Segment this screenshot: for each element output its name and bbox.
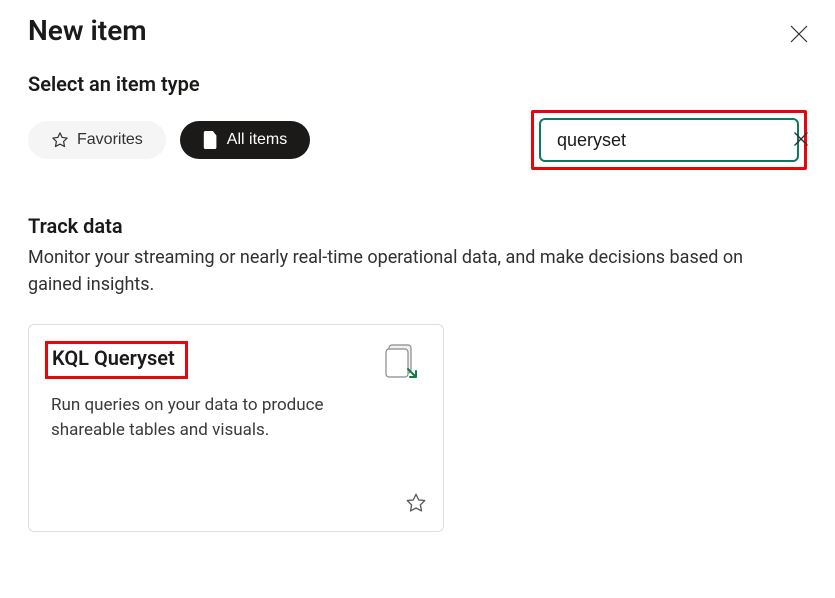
search-input[interactable] (555, 129, 791, 152)
card-title: KQL Queryset (52, 346, 175, 370)
all-items-filter-label: All items (227, 131, 287, 149)
close-button[interactable] (785, 20, 813, 48)
section-description: Monitor your streaming or nearly real-ti… (28, 244, 788, 298)
dialog-subtitle: Select an item type (28, 72, 807, 96)
document-export-icon (385, 343, 419, 383)
star-icon (51, 131, 69, 149)
item-type-card[interactable]: KQL Queryset Run queries on your data to… (28, 324, 444, 532)
favorites-filter-button[interactable]: Favorites (28, 121, 166, 159)
close-icon (789, 24, 809, 44)
favorites-filter-label: Favorites (77, 131, 143, 149)
close-icon (793, 131, 809, 147)
section-heading: Track data (28, 214, 807, 238)
dialog-title: New item (28, 14, 147, 47)
all-items-filter-button[interactable]: All items (180, 121, 310, 159)
clear-search-button[interactable] (791, 129, 811, 152)
card-title-highlight-box: KQL Queryset (45, 341, 188, 379)
document-icon (203, 131, 219, 149)
favorite-toggle-button[interactable] (403, 490, 429, 519)
search-highlight-box (531, 110, 807, 170)
search-field-wrapper (539, 118, 799, 162)
star-icon (405, 492, 427, 514)
card-description: Run queries on your data to produce shar… (51, 393, 351, 442)
